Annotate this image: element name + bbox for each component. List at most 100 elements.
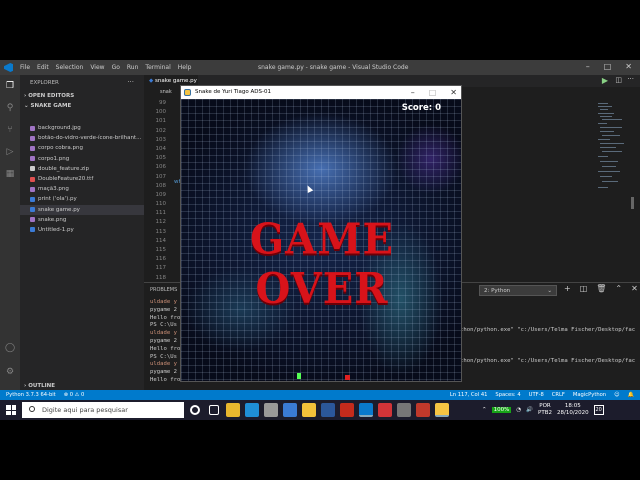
- line-number: 100: [155, 109, 167, 116]
- python-icon[interactable]: [435, 403, 449, 417]
- line-number: 109: [155, 191, 167, 198]
- gear-icon[interactable]: ⚙: [5, 367, 15, 377]
- menu-run[interactable]: Run: [127, 64, 139, 71]
- line-number: 115: [155, 247, 167, 253]
- problems-count[interactable]: ⊗ 0 ⚠ 0: [64, 390, 85, 400]
- cortana-icon[interactable]: [190, 405, 200, 415]
- more-icon[interactable]: ···: [627, 75, 634, 83]
- explorer-icon[interactable]: [302, 403, 316, 417]
- chrome-icon[interactable]: [226, 403, 240, 417]
- close-panel-icon[interactable]: ✕: [631, 284, 638, 293]
- menu-terminal[interactable]: Terminal: [145, 64, 170, 71]
- file-item[interactable]: snake game.py: [20, 204, 144, 215]
- menu-view[interactable]: View: [90, 64, 104, 71]
- menu-edit[interactable]: Edit: [37, 64, 49, 71]
- terminal-output[interactable]: uldade y pygame 2 Hello fro PS C:\Us uldade …: [150, 299, 180, 385]
- file-item[interactable]: botão-do-vidro-verde-ícone-brilhant...: [20, 133, 144, 143]
- file-type-icon: [30, 156, 35, 162]
- cursor-position[interactable]: Ln 117, Col 41: [450, 390, 488, 400]
- game-canvas[interactable]: Score: 0 GAME OVER: [181, 99, 461, 381]
- minimize-icon[interactable]: –: [586, 62, 590, 71]
- more-actions-icon[interactable]: ···: [127, 78, 134, 86]
- source-control-icon[interactable]: ⑂: [5, 125, 15, 135]
- terminal-line: Hello fro: [150, 376, 181, 383]
- file-list: background.jpg botão-do-vidro-verde-ícone…: [20, 123, 144, 235]
- windows-start-icon[interactable]: [6, 405, 16, 415]
- file-name: double_feature.zip: [38, 165, 90, 172]
- explorer-header: EXPLORER: [30, 80, 59, 86]
- bell-icon[interactable]: 🔔: [628, 390, 634, 400]
- app-red2-icon[interactable]: [378, 403, 392, 417]
- task-view-icon[interactable]: [209, 405, 219, 415]
- minimize-icon[interactable]: –: [411, 86, 415, 99]
- notification-icon[interactable]: 20: [593, 405, 604, 415]
- explorer-icon[interactable]: ❐: [5, 81, 15, 91]
- line-number: 99: [159, 100, 166, 106]
- file-item[interactable]: Untitled-1.py: [20, 225, 144, 235]
- file-item[interactable]: maçã3.png: [20, 184, 144, 194]
- outline-section[interactable]: › OUTLINE: [24, 383, 55, 389]
- word-icon[interactable]: [321, 403, 335, 417]
- menu-file[interactable]: File: [20, 64, 30, 71]
- battery-indicator[interactable]: 100%: [491, 407, 512, 413]
- run-debug-icon[interactable]: ▷: [5, 147, 15, 157]
- file-type-icon: [30, 135, 35, 141]
- network-icon[interactable]: ◔: [516, 407, 521, 413]
- breadcrumb[interactable]: snak: [160, 89, 172, 95]
- file-item[interactable]: DoubleFeature20.ttf: [20, 174, 144, 184]
- file-item[interactable]: corpo cobra.png: [20, 143, 144, 153]
- minimap[interactable]: [594, 101, 634, 211]
- store-icon[interactable]: [264, 403, 278, 417]
- file-item[interactable]: double_feature.zip: [20, 164, 144, 174]
- language-mode[interactable]: MagicPython: [573, 390, 606, 400]
- panel-tab-problems[interactable]: PROBLEMS: [150, 287, 177, 293]
- terminal-output-right[interactable]: thon/python.exe" "c:/Users/Telma Fischer…: [460, 327, 635, 366]
- run-icon[interactable]: ▶: [602, 76, 608, 85]
- language-indicator[interactable]: POR PTB2: [538, 403, 552, 417]
- split-terminal-icon[interactable]: ◫: [580, 284, 588, 293]
- menu-selection[interactable]: Selection: [56, 64, 84, 71]
- taskbar-search-input[interactable]: Digite aqui para pesquisar: [22, 402, 184, 418]
- chevron-up-icon[interactable]: ⌃: [482, 407, 487, 413]
- feedback-icon[interactable]: ☺: [614, 390, 619, 400]
- encoding[interactable]: UTF-8: [529, 390, 544, 400]
- file-item[interactable]: background.jpg: [20, 123, 144, 133]
- vscode-icon[interactable]: [359, 403, 373, 417]
- add-terminal-icon[interactable]: +: [564, 284, 571, 293]
- file-name: print ('ola').py: [38, 196, 77, 203]
- file-item[interactable]: corpo1.png: [20, 154, 144, 164]
- terminal-select[interactable]: 2: Python ⌄: [479, 285, 557, 296]
- mail-icon[interactable]: [283, 403, 297, 417]
- clock-icon[interactable]: [397, 403, 411, 417]
- menu-help[interactable]: Help: [178, 64, 192, 71]
- app-red-icon[interactable]: [340, 403, 354, 417]
- desktop: File Edit Selection View Go Run Terminal…: [0, 0, 640, 480]
- volume-icon[interactable]: 🔊: [526, 407, 533, 413]
- chevron-up-icon[interactable]: ⌃: [615, 284, 622, 293]
- menu-bar: File Edit Selection View Go Run Terminal…: [20, 64, 191, 71]
- maximize-icon[interactable]: □: [604, 62, 612, 71]
- split-editor-icon[interactable]: ◫: [615, 76, 622, 84]
- line-ending[interactable]: CRLF: [552, 390, 565, 400]
- line-number: 113: [155, 228, 167, 235]
- extensions-icon[interactable]: ▦: [5, 169, 15, 179]
- close-icon[interactable]: ✕: [625, 62, 632, 71]
- file-item[interactable]: snake.png: [20, 215, 144, 225]
- clock[interactable]: 18:05 28/10/2020: [557, 403, 589, 417]
- window-controls: – □ ✕: [586, 62, 632, 71]
- trash-icon[interactable]: 🗑: [596, 284, 606, 293]
- taskbar-apps: [188, 403, 449, 417]
- file-item[interactable]: print ('ola').py: [20, 194, 144, 204]
- indentation[interactable]: Spaces: 4: [495, 390, 520, 400]
- folder-section[interactable]: ⌄ SNAKE GAME: [24, 103, 71, 109]
- photos-icon[interactable]: [416, 403, 430, 417]
- python-interpreter[interactable]: Python 3.7.3 64-bit: [6, 390, 56, 400]
- edge-icon[interactable]: [245, 403, 259, 417]
- open-editors-section[interactable]: › OPEN EDITORS: [24, 93, 74, 99]
- menu-go[interactable]: Go: [112, 64, 120, 71]
- window-title: snake game.py - snake game - Visual Stud…: [258, 64, 409, 71]
- close-icon[interactable]: ✕: [450, 86, 457, 99]
- maximize-icon[interactable]: □: [429, 86, 437, 99]
- search-icon[interactable]: ⚲: [5, 103, 15, 113]
- account-icon[interactable]: ◯: [5, 343, 15, 353]
